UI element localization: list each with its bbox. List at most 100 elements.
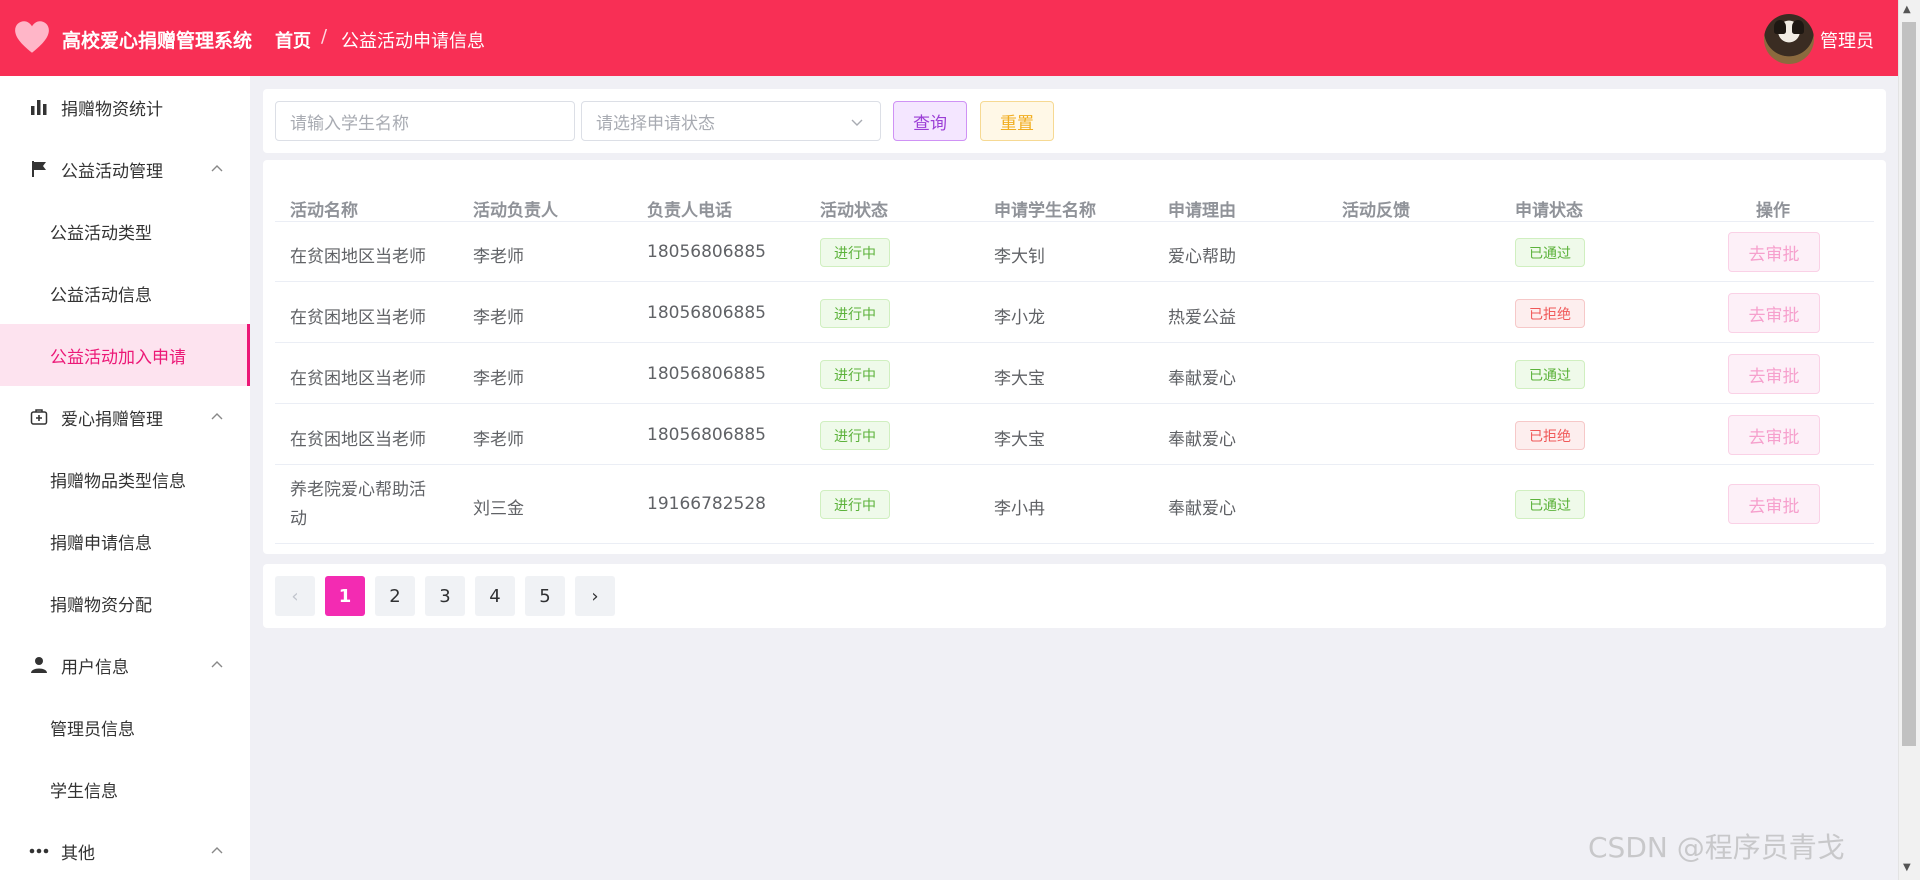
prev-page-button[interactable]: ‹ [275,576,315,616]
row-divider [275,543,1874,544]
next-page-button[interactable]: › [575,576,615,616]
sidebar-item-label: 爱心捐赠管理 [61,409,163,430]
column-header: 操作 [1756,201,1790,221]
heart-logo-icon [15,21,49,53]
sidebar-item-label: 用户信息 [61,657,129,678]
sidebar-item-activity-type[interactable]: 公益活动类型 [0,200,250,262]
student-name-cell: 李小龙 [994,308,1045,328]
input-placeholder: 请输入学生名称 [290,113,409,134]
bar-chart-icon [29,97,49,117]
reason-cell: 热爱公益 [1168,308,1236,328]
sidebar-item-admin-info[interactable]: 管理员信息 [0,696,250,758]
chevron-up-icon[interactable] [210,410,224,424]
top-header: 高校爱心捐赠管理系统 首页 / 公益活动申请信息 管理员 [0,0,1898,76]
approve-button[interactable]: 去审批 [1728,354,1820,394]
sidebar-item-donation-apply[interactable]: 捐赠申请信息 [0,510,250,572]
activity-status-badge: 进行中 [820,238,890,267]
chevron-down-icon [851,119,863,126]
medical-box-icon [29,407,49,427]
page-button[interactable]: 1 [325,576,365,616]
user-name[interactable]: 管理员 [1820,27,1874,53]
activity-status-badge: 进行中 [820,490,890,519]
search-bar: 请输入学生名称 请选择申请状态 查询 重置 [263,89,1886,153]
sidebar-item-donation-goods-type[interactable]: 捐赠物品类型信息 [0,448,250,510]
column-header: 申请理由 [1168,201,1236,221]
sidebar-item-activity-join-apply[interactable]: 公益活动加入申请 [0,324,250,386]
breadcrumb-home[interactable]: 首页 [275,27,311,53]
apply-status-badge: 已通过 [1515,490,1585,519]
chevron-up-icon[interactable] [210,658,224,672]
reason-cell: 奉献爱心 [1168,369,1236,389]
approve-button[interactable]: 去审批 [1728,293,1820,333]
sidebar-item-donation-management[interactable]: 爱心捐赠管理 [0,386,250,448]
sidebar-item-label: 学生信息 [50,781,118,802]
page-button[interactable]: 3 [425,576,465,616]
column-header: 活动名称 [290,201,358,221]
sidebar-item-label: 其他 [61,843,95,864]
sidebar-item-label: 公益活动管理 [61,161,163,182]
query-button[interactable]: 查询 [893,101,967,141]
column-header: 活动反馈 [1342,201,1410,221]
activity-status-badge: 进行中 [820,299,890,328]
column-header: 负责人电话 [647,201,732,221]
apply-status-badge: 已拒绝 [1515,421,1585,450]
sidebar-item-charity-activity[interactable]: 公益活动管理 [0,138,250,200]
scroll-up-arrow-icon[interactable]: ▲ [1903,4,1911,15]
reason-cell: 爱心帮助 [1168,247,1236,267]
watermark: CSDN @程序员青戈 [1588,831,1845,864]
activity-status-badge: 进行中 [820,360,890,389]
sidebar-item-label: 公益活动加入申请 [50,347,186,368]
sidebar-item-label: 公益活动信息 [50,285,152,306]
column-header: 活动负责人 [473,201,558,221]
avatar[interactable] [1764,14,1814,64]
approve-button[interactable]: 去审批 [1728,484,1820,524]
approve-button[interactable]: 去审批 [1728,232,1820,272]
sidebar-item-activity-info[interactable]: 公益活动信息 [0,262,250,324]
reason-cell: 奉献爱心 [1168,499,1236,519]
student-name-cell: 李大宝 [994,369,1045,389]
row-divider [275,464,1874,465]
apply-status-badge: 已通过 [1515,360,1585,389]
phone-cell: 18056806885 [647,364,766,384]
approve-button[interactable]: 去审批 [1728,415,1820,455]
row-divider [275,281,1874,282]
user-icon [29,655,49,675]
activity-name-cell: 在贫困地区当老师 [290,308,426,328]
sidebar-item-other[interactable]: 其他 [0,820,250,880]
sidebar-item-donation-allocation[interactable]: 捐赠物资分配 [0,572,250,634]
sidebar-item-donation-stats[interactable]: 捐赠物资统计 [0,76,250,138]
pagination: ‹ 1 2 3 4 5 › [263,564,1886,628]
activity-status-badge: 进行中 [820,421,890,450]
apply-status-select[interactable]: 请选择申请状态 [581,101,881,141]
column-header: 申请学生名称 [994,201,1096,221]
more-dots-icon [29,841,49,861]
app-title: 高校爱心捐赠管理系统 [62,30,253,52]
data-table: 活动名称 活动负责人 负责人电话 活动状态 申请学生名称 申请理由 活动反馈 申… [263,160,1886,554]
phone-cell: 18056806885 [647,242,766,262]
page-button[interactable]: 4 [475,576,515,616]
sidebar-item-user-info[interactable]: 用户信息 [0,634,250,696]
scroll-down-arrow-icon[interactable]: ▼ [1903,862,1911,873]
student-name-cell: 李小冉 [994,499,1045,519]
column-header: 申请状态 [1515,201,1583,221]
sidebar-item-label: 公益活动类型 [50,223,152,244]
row-divider [275,342,1874,343]
sidebar: 捐赠物资统计 公益活动管理 公益活动类型 公益活动信息 公益活动加入申请 爱心捐… [0,76,250,880]
activity-name-cell: 养老院爱心帮助活动 [290,480,426,529]
sidebar-item-label: 捐赠物资分配 [50,595,152,616]
row-divider [275,403,1874,404]
student-name-search-input[interactable]: 请输入学生名称 [275,101,575,141]
row-divider [275,221,1874,222]
phone-cell: 18056806885 [647,425,766,445]
page-button[interactable]: 2 [375,576,415,616]
flag-icon [29,159,49,179]
chevron-up-icon[interactable] [210,844,224,858]
leader-cell: 李老师 [473,247,524,267]
page-button[interactable]: 5 [525,576,565,616]
leader-cell: 李老师 [473,369,524,389]
scrollbar-thumb[interactable] [1902,22,1916,746]
phone-cell: 18056806885 [647,303,766,323]
sidebar-item-student-info[interactable]: 学生信息 [0,758,250,820]
reset-button[interactable]: 重置 [980,101,1054,141]
chevron-up-icon[interactable] [210,162,224,176]
